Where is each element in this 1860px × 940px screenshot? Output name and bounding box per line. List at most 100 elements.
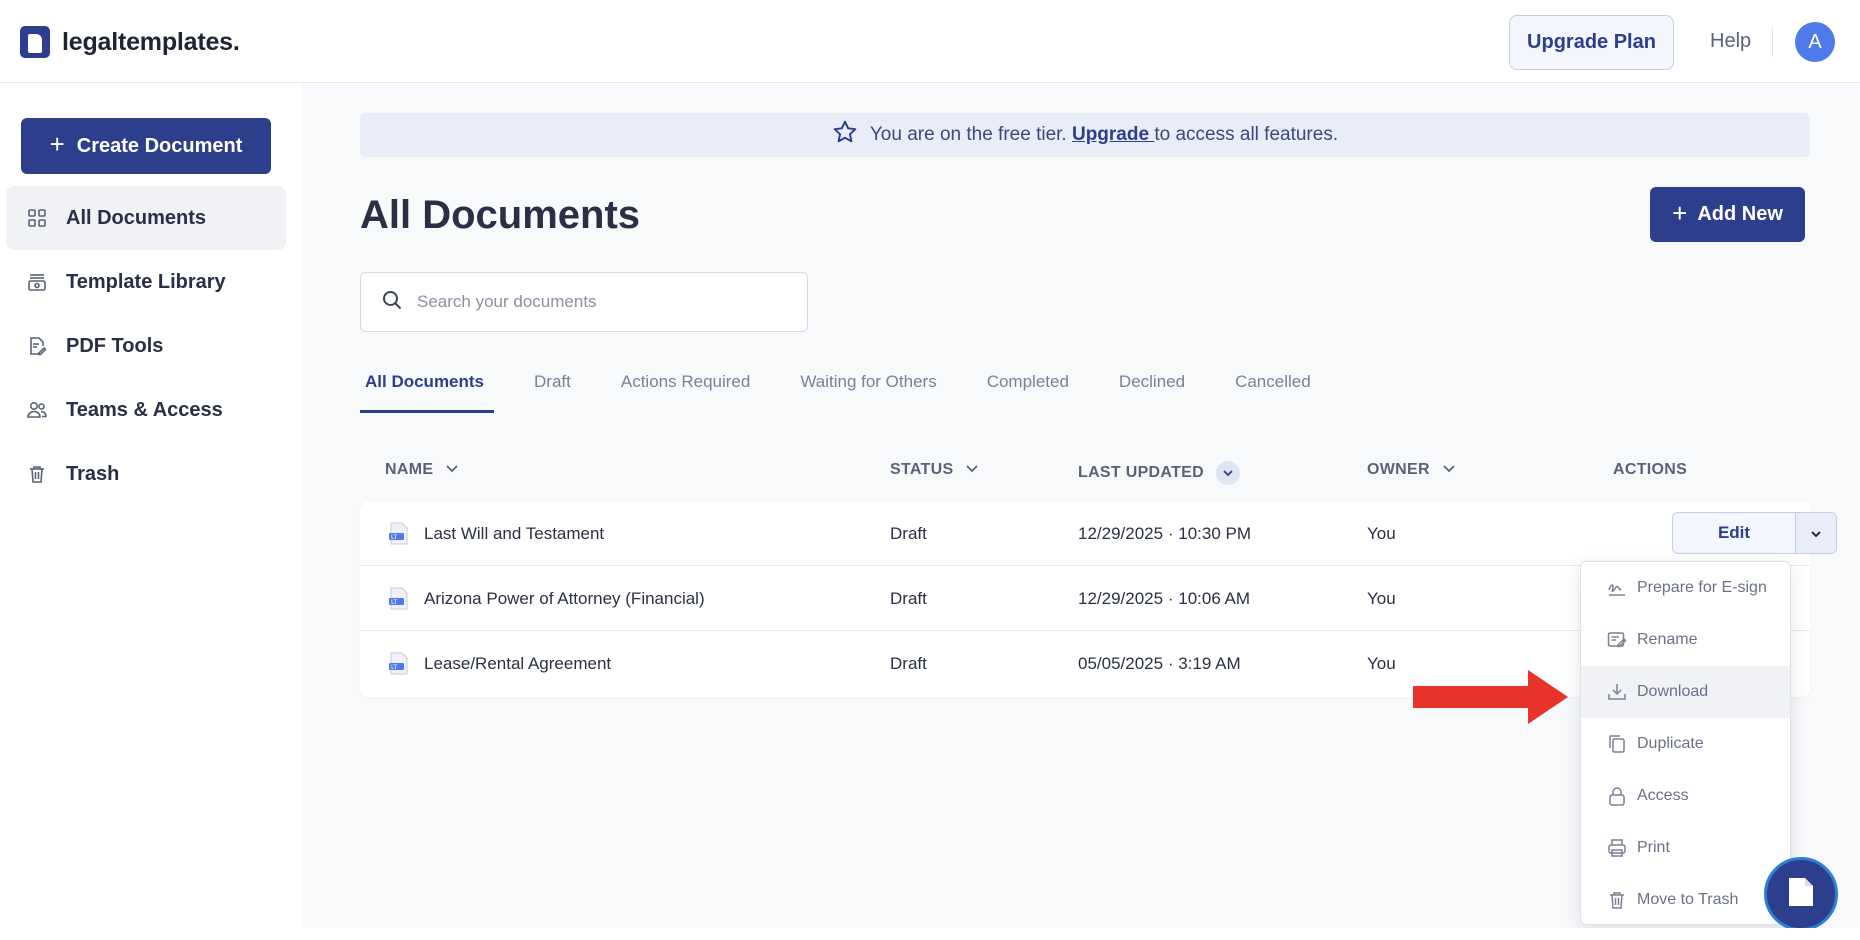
svg-text:LT: LT xyxy=(391,599,398,606)
sort-chevron-icon xyxy=(1215,461,1240,485)
document-name: Lease/Rental Agreement xyxy=(424,654,612,673)
column-label: NAME xyxy=(385,461,434,478)
sidebar-item-teams-access[interactable]: Teams & Access xyxy=(6,378,286,442)
tab-all-documents[interactable]: All Documents xyxy=(360,373,495,413)
column-label: LAST UPDATED xyxy=(1078,464,1204,481)
tab-cancelled[interactable]: Cancelled xyxy=(1230,373,1316,413)
upgrade-plan-button[interactable]: Upgrade Plan xyxy=(1509,15,1674,70)
chevron-down-icon xyxy=(965,461,979,479)
menu-item-label: Duplicate xyxy=(1637,735,1704,752)
menu-item-label: Access xyxy=(1637,787,1689,804)
status-tabs: All Documents Draft Actions Required Wai… xyxy=(360,373,1316,413)
tab-waiting-for-others[interactable]: Waiting for Others xyxy=(795,373,941,413)
menu-item-print[interactable]: Print xyxy=(1581,822,1790,874)
logo-mark-icon xyxy=(20,26,50,58)
trash-icon xyxy=(1607,890,1627,910)
annotation-arrow-icon xyxy=(1413,670,1568,724)
date-text: 05/05/2025 xyxy=(1078,654,1164,673)
last-updated-cell: 05/05/2025 · 3:19 AM xyxy=(1078,632,1241,696)
name-cell[interactable]: LT Arizona Power of Attorney (Financial) xyxy=(388,567,705,631)
document-icon: LT xyxy=(388,652,410,676)
column-label: ACTIONS xyxy=(1613,461,1688,478)
column-label: OWNER xyxy=(1367,461,1430,478)
create-document-label: Create Document xyxy=(76,134,243,157)
page-title: All Documents xyxy=(360,193,641,237)
tab-actions-required[interactable]: Actions Required xyxy=(616,373,755,413)
document-icon: LT xyxy=(388,522,410,546)
search-icon xyxy=(381,289,403,316)
name-cell[interactable]: LT Lease/Rental Agreement xyxy=(388,632,611,696)
menu-item-rename[interactable]: Rename xyxy=(1581,614,1790,666)
time-text: 10:06 AM xyxy=(1178,589,1251,608)
sidebar-item-label: Template Library xyxy=(66,270,226,293)
menu-item-access[interactable]: Access xyxy=(1581,770,1790,822)
add-new-label: Add New xyxy=(1697,203,1783,225)
search-box[interactable] xyxy=(360,272,808,332)
date-separator: · xyxy=(1167,524,1174,543)
banner-text-after: to access all features. xyxy=(1154,124,1339,145)
sidebar-item-pdf-tools[interactable]: PDF Tools xyxy=(6,314,286,378)
last-updated-cell: 12/29/2025 · 10:06 AM xyxy=(1078,567,1250,631)
header-divider xyxy=(1772,27,1773,57)
help-link[interactable]: Help xyxy=(1710,30,1751,53)
add-new-button[interactable]: + Add New xyxy=(1650,187,1805,242)
column-header-status[interactable]: STATUS xyxy=(890,461,979,479)
menu-item-move-to-trash[interactable]: Move to Trash xyxy=(1581,874,1790,926)
owner-cell: You xyxy=(1367,654,1396,673)
document-icon: LT xyxy=(388,587,410,611)
create-document-button[interactable]: + Create Document xyxy=(21,118,271,174)
tab-declined[interactable]: Declined xyxy=(1114,373,1190,413)
duplicate-icon xyxy=(1607,734,1627,754)
avatar[interactable]: A xyxy=(1795,22,1835,62)
tab-completed[interactable]: Completed xyxy=(982,373,1074,413)
grid-icon xyxy=(26,207,48,229)
trash-icon xyxy=(26,463,48,485)
column-header-actions: ACTIONS xyxy=(1613,461,1687,479)
plus-icon: + xyxy=(49,129,65,159)
time-text: 3:19 AM xyxy=(1178,654,1241,673)
menu-item-duplicate[interactable]: Duplicate xyxy=(1581,718,1790,770)
sidebar-item-template-library[interactable]: Template Library xyxy=(6,250,286,314)
sidebar-item-trash[interactable]: Trash xyxy=(6,442,286,506)
column-header-owner[interactable]: OWNER xyxy=(1367,461,1456,479)
sidebar-item-label: All Documents xyxy=(66,206,207,229)
date-separator: · xyxy=(1167,654,1174,673)
sidebar-item-label: Teams & Access xyxy=(66,398,223,421)
sidebar: + Create Document All Documents Template… xyxy=(0,83,302,928)
actions-dropdown-toggle[interactable] xyxy=(1796,513,1836,553)
last-updated-cell: 12/29/2025 · 10:30 PM xyxy=(1078,502,1251,566)
brand-name: legaltemplates. xyxy=(62,27,240,56)
rename-icon xyxy=(1607,630,1627,650)
column-header-last-updated[interactable]: LAST UPDATED xyxy=(1078,461,1240,485)
lock-icon xyxy=(1607,786,1627,806)
banner-text: You are on the free tier. xyxy=(869,124,1067,145)
menu-item-label: Print xyxy=(1637,839,1670,856)
sidebar-item-label: PDF Tools xyxy=(66,334,164,357)
edit-button[interactable]: Edit xyxy=(1673,513,1796,553)
library-icon xyxy=(26,271,48,293)
date-text: 12/29/2025 xyxy=(1078,524,1164,543)
table-row[interactable]: LT Last Will and Testament Draft 12/29/2… xyxy=(360,502,1837,566)
edit-split-button: Edit xyxy=(1672,512,1837,554)
date-text: 12/29/2025 xyxy=(1078,589,1164,608)
signature-icon xyxy=(1607,578,1627,598)
chat-widget-button[interactable] xyxy=(1764,857,1838,931)
menu-item-download[interactable]: Download xyxy=(1581,666,1790,718)
menu-item-label: Download xyxy=(1637,683,1709,700)
sidebar-item-label: Trash xyxy=(66,462,120,485)
search-input[interactable] xyxy=(417,292,777,312)
owner-cell: You xyxy=(1367,589,1396,608)
download-icon xyxy=(1607,682,1627,702)
upgrade-link[interactable]: Upgrade xyxy=(1072,124,1154,145)
tab-draft[interactable]: Draft xyxy=(529,373,576,413)
column-header-name[interactable]: NAME xyxy=(385,461,459,479)
document-name: Last Will and Testament xyxy=(424,524,605,543)
name-cell[interactable]: LT Last Will and Testament xyxy=(388,502,604,566)
document-name: Arizona Power of Attorney (Financial) xyxy=(424,589,705,608)
sidebar-item-all-documents[interactable]: All Documents xyxy=(6,186,286,250)
brand-logo[interactable]: legaltemplates. xyxy=(20,26,240,58)
chevron-down-icon xyxy=(445,461,459,479)
owner-cell: You xyxy=(1367,524,1396,543)
menu-item-label: Move to Trash xyxy=(1637,891,1739,908)
menu-item-prepare-esign[interactable]: Prepare for E-sign xyxy=(1581,562,1790,614)
